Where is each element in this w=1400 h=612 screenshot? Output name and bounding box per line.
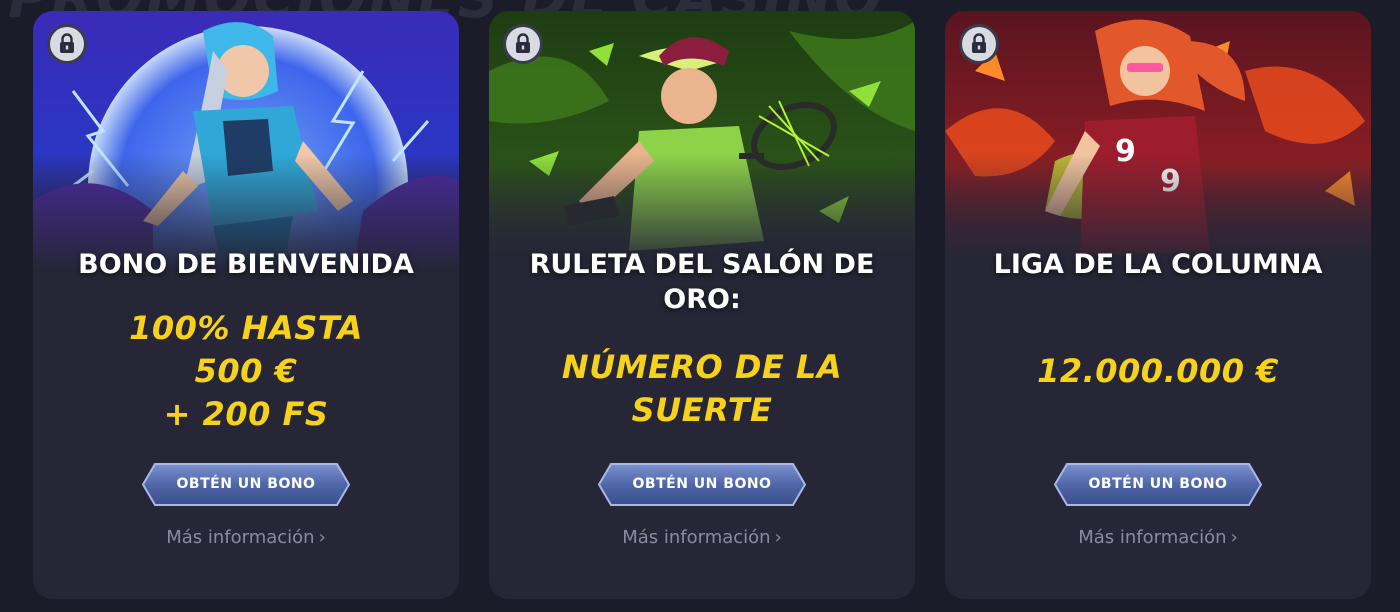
chevron-right-icon: › <box>318 527 326 548</box>
card-title: BONO DE BIENVENIDA <box>78 249 414 280</box>
chevron-right-icon: › <box>1230 527 1238 548</box>
card-title-line: ORO: <box>663 284 741 315</box>
promo-card-golden-roulette[interactable]: RULETA DEL SALÓN DE ORO: NÚMERO DE LA SU… <box>489 11 915 599</box>
promo-artwork-tennis-player <box>489 11 915 271</box>
more-info-link[interactable]: Más información › <box>509 523 895 553</box>
more-info-link[interactable]: Más información › <box>965 523 1351 553</box>
promo-artwork-storm-warrior <box>33 11 459 271</box>
card-title-line: RULETA DEL SALÓN DE <box>529 249 875 280</box>
get-bonus-button-label: OBTÉN UN BONO <box>176 476 316 492</box>
bonus-amount-line: + 200 FS <box>163 395 329 433</box>
lock-icon <box>962 27 996 61</box>
get-bonus-button-label: OBTÉN UN BONO <box>632 476 772 492</box>
promo-artwork-fire-player: 9 9 <box>945 11 1371 271</box>
more-info-label: Más información <box>622 527 771 548</box>
lock-icon <box>506 27 540 61</box>
bonus-amount-line: SUERTE <box>631 391 773 429</box>
card-title: LIGA DE LA COLUMNA <box>993 249 1323 280</box>
more-info-link[interactable]: Más información › <box>53 523 439 553</box>
promo-card-column-league[interactable]: 9 9 LIGA DE LA COLUMNA 12.000.000 € <box>945 11 1371 599</box>
bonus-amount-line: 12.000.000 € <box>1037 352 1279 390</box>
get-bonus-button[interactable]: OBTÉN UN BONO <box>597 462 807 507</box>
lock-icon <box>50 27 84 61</box>
promo-card-welcome-bonus[interactable]: BONO DE BIENVENIDA 100% HASTA 500 € + 20… <box>33 11 459 599</box>
bonus-amount-line: NÚMERO DE LA <box>561 348 843 386</box>
get-bonus-button[interactable]: OBTÉN UN BONO <box>141 462 351 507</box>
bonus-amount-line: 500 € <box>194 352 298 390</box>
promotions-section: PROMOCIONES DE CASINO <box>0 0 1400 612</box>
more-info-label: Más información <box>166 527 315 548</box>
get-bonus-button[interactable]: OBTÉN UN BONO <box>1053 462 1263 507</box>
bonus-amount-line: 100% HASTA <box>129 309 363 347</box>
chevron-right-icon: › <box>774 527 782 548</box>
get-bonus-button-label: OBTÉN UN BONO <box>1088 476 1228 492</box>
more-info-label: Más información <box>1078 527 1227 548</box>
